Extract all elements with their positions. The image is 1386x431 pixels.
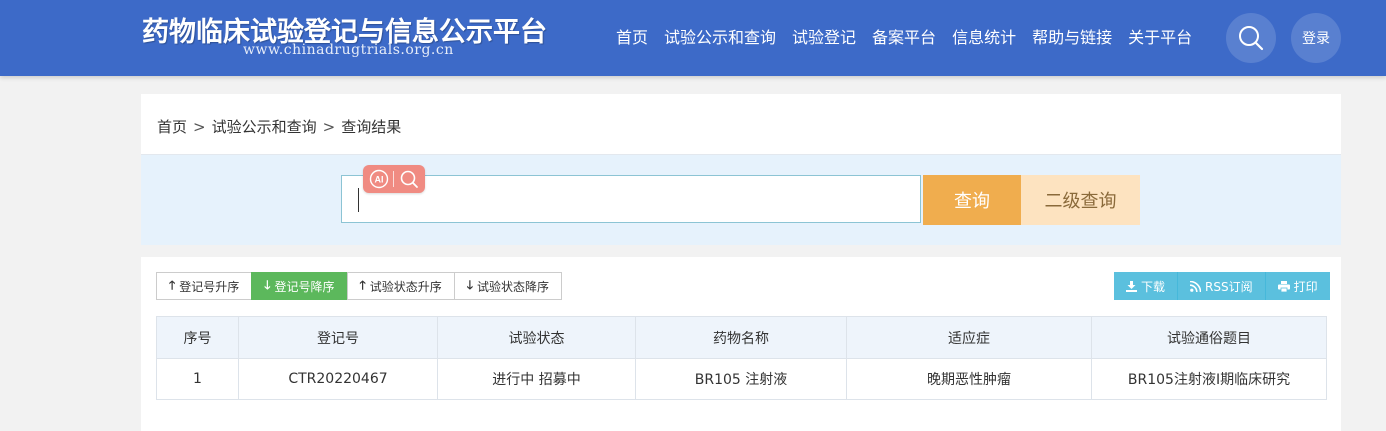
arrow-up-icon: 🡑 — [169, 277, 176, 292]
download-button[interactable]: 下载 — [1114, 272, 1179, 300]
print-label: 打印 — [1293, 279, 1318, 294]
sort-label: 试验状态升序 — [369, 279, 442, 294]
search-input[interactable] — [341, 175, 921, 223]
breadcrumb-trial-query[interactable]: 试验公示和查询 — [212, 118, 317, 136]
column-header-drug: 药物名称 — [635, 316, 847, 359]
arrow-down-icon: 🡓 — [264, 277, 271, 292]
nav-item-trial-query[interactable]: 试验公示和查询 — [664, 27, 776, 51]
action-button-group: 下载 RSS订阅 打印 — [1114, 272, 1330, 300]
ai-search-badge[interactable]: AI — [363, 165, 425, 193]
breadcrumb-panel: 首页 > 试验公示和查询 > 查询结果 — [141, 94, 1341, 155]
ai-icon-label: AI — [375, 175, 384, 185]
site-header: 药物临床试验登记与信息公示平台 www.chinadrugtrials.org.… — [0, 0, 1386, 76]
sort-label: 试验状态降序 — [477, 279, 550, 294]
rss-label: RSS订阅 — [1205, 279, 1253, 294]
sort-label: 登记号升序 — [179, 279, 240, 294]
nav-item-about[interactable]: 关于平台 — [1128, 27, 1192, 51]
sort-status-desc-button[interactable]: 🡓 试验状态降序 — [453, 272, 563, 300]
column-header-title: 试验通俗题目 — [1091, 316, 1327, 359]
magnifier-icon — [400, 170, 418, 188]
text-caret — [358, 188, 359, 212]
download-icon — [1126, 280, 1137, 292]
cell-indication: 晚期恶性肿瘤 — [846, 358, 1092, 400]
download-label: 下载 — [1141, 279, 1166, 294]
main-nav: 首页 试验公示和查询 试验登记 备案平台 信息统计 帮助与链接 关于平台 — [616, 27, 1208, 51]
nav-item-help[interactable]: 帮助与链接 — [1032, 27, 1112, 51]
arrow-down-icon: 🡓 — [466, 277, 474, 292]
sort-status-asc-button[interactable]: 🡑 试验状态升序 — [346, 272, 455, 300]
nav-item-home[interactable]: 首页 — [616, 27, 648, 51]
rss-icon — [1190, 280, 1202, 292]
breadcrumb-current: 查询结果 — [341, 118, 402, 136]
arrow-up-icon: 🡑 — [359, 277, 366, 292]
header-search-button[interactable] — [1226, 13, 1276, 63]
query-button[interactable]: 查询 — [923, 175, 1021, 225]
table-row[interactable]: 1 CTR20220467 进行中 招募中 BR105 注射液 晚期恶性肿瘤 B… — [156, 358, 1327, 400]
cell-title: BR105注射液I期临床研究 — [1091, 358, 1327, 400]
ai-icon: AI — [369, 169, 389, 189]
sort-regno-desc-button[interactable]: 🡓 登记号降序 — [251, 272, 348, 300]
search-area: AI 查询 二级查询 — [141, 155, 1341, 245]
cell-regno[interactable]: CTR20220467 — [238, 358, 438, 400]
advanced-query-button[interactable]: 二级查询 — [1021, 175, 1140, 225]
badge-divider — [393, 171, 395, 187]
column-header-status: 试验状态 — [437, 316, 636, 359]
breadcrumb-separator: > — [193, 118, 206, 136]
rss-button[interactable]: RSS订阅 — [1178, 272, 1266, 300]
results-panel: 🡑 登记号升序 🡓 登记号降序 🡑 试验状态升序 🡓 试验状态降序 下载 RSS… — [141, 257, 1341, 431]
cell-drug: BR105 注射液 — [635, 358, 847, 400]
breadcrumb-home[interactable]: 首页 — [157, 118, 187, 136]
nav-item-filing[interactable]: 备案平台 — [872, 27, 936, 51]
site-url: www.chinadrugtrials.org.cn — [243, 42, 454, 58]
search-icon — [1239, 26, 1264, 51]
column-header-indication: 适应症 — [846, 316, 1092, 359]
results-table: 序号 登记号 试验状态 药物名称 适应症 试验通俗题目 1 CTR2022046… — [156, 316, 1327, 400]
cell-index: 1 — [156, 358, 239, 400]
column-header-index: 序号 — [156, 316, 239, 359]
print-button[interactable]: 打印 — [1265, 272, 1330, 300]
sort-button-group: 🡑 登记号升序 🡓 登记号降序 🡑 试验状态升序 🡓 试验状态降序 — [156, 272, 563, 300]
print-icon — [1277, 280, 1290, 292]
nav-item-statistics[interactable]: 信息统计 — [952, 27, 1016, 51]
sort-label: 登记号降序 — [274, 279, 335, 294]
sort-regno-asc-button[interactable]: 🡑 登记号升序 — [156, 272, 253, 300]
breadcrumb-separator: > — [322, 118, 336, 136]
table-header-row: 序号 登记号 试验状态 药物名称 适应症 试验通俗题目 — [156, 316, 1327, 359]
breadcrumb: 首页 > 试验公示和查询 > 查询结果 — [157, 116, 401, 137]
column-header-regno: 登记号 — [238, 316, 438, 359]
nav-item-trial-register[interactable]: 试验登记 — [792, 27, 856, 51]
login-button[interactable]: 登录 — [1291, 13, 1341, 63]
cell-status: 进行中 招募中 — [437, 358, 636, 400]
